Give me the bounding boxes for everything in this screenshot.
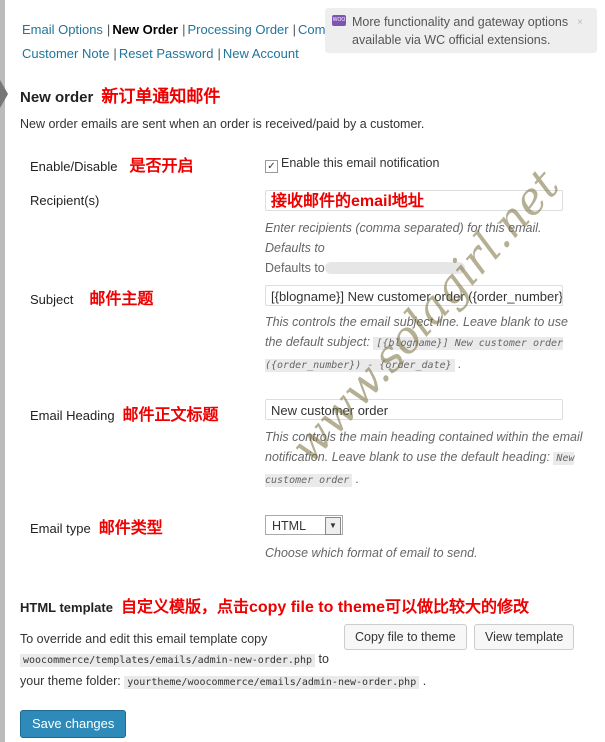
subject-input[interactable]: [{blogname}] New customer order ({order_…	[265, 285, 563, 306]
subject-annotation: 邮件主题	[89, 291, 154, 308]
close-icon[interactable]: ×	[577, 14, 583, 32]
heading-input[interactable]: New customer order	[265, 399, 563, 420]
theme-path: yourtheme/woocommerce/emails/admin-new-o…	[124, 676, 420, 689]
tab-processing-order[interactable]: Processing Order	[187, 22, 288, 37]
heading-annotation: 邮件正文标题	[122, 407, 219, 424]
enable-checkbox-label: Enable this email notification	[281, 156, 440, 170]
email-type-select[interactable]: HTML ▼	[265, 515, 343, 535]
recipient-description: Enter recipients (comma separated) for t…	[265, 221, 542, 275]
type-label: Email type 邮件类型	[30, 520, 163, 537]
section-arrow	[0, 80, 8, 108]
page-title: New order	[20, 89, 94, 106]
enable-label: Enable/Disable 是否开启	[30, 158, 194, 175]
enable-checkbox-row[interactable]: ✓ Enable this email notification	[265, 156, 439, 173]
email-tabs-row2: Customer Note | Reset Password | New Account	[22, 46, 299, 61]
enable-checkbox[interactable]: ✓	[265, 160, 278, 173]
heading-label: Email Heading 邮件正文标题	[30, 407, 219, 424]
tab-new-account[interactable]: New Account	[223, 46, 299, 61]
chevron-down-icon: ▼	[325, 517, 341, 535]
template-heading: HTML template 自定义模版，点击copy file to theme可…	[20, 599, 529, 616]
type-annotation: 邮件类型	[98, 520, 163, 537]
recipient-label: Recipient(s)	[30, 193, 100, 208]
notice-end: .	[547, 33, 551, 47]
template-annotation: 自定义模版，点击copy file to theme可以做比较大的修改	[120, 599, 529, 616]
subject-label: Subject 邮件主题	[30, 291, 154, 308]
section-description: New order emails are sent when an order …	[20, 117, 425, 131]
email-tabs: Email Options | New Order | Processing Order…	[22, 22, 333, 37]
extensions-link[interactable]: WC official extensions	[424, 33, 547, 47]
extensions-notice: WOO More functionality and gateway optio…	[325, 8, 597, 53]
left-border	[0, 0, 5, 742]
view-template-button[interactable]: View template	[474, 624, 575, 650]
section-heading: New order 新订单通知邮件	[20, 82, 220, 107]
tab-email-options[interactable]: Email Options	[22, 22, 103, 37]
copy-file-to-theme-button[interactable]: Copy file to theme	[344, 624, 467, 650]
save-changes-button[interactable]: Save changes	[20, 710, 127, 738]
title-annotation: 新订单通知邮件	[101, 87, 221, 106]
subject-description: This controls the email subject line. Le…	[265, 315, 568, 372]
tab-reset-password[interactable]: Reset Password	[119, 46, 214, 61]
tab-new-order[interactable]: New Order	[112, 22, 178, 37]
type-description: Choose which format of email to send.	[265, 546, 478, 560]
enable-annotation: 是否开启	[129, 158, 194, 175]
tab-customer-note[interactable]: Customer Note	[22, 46, 109, 61]
template-path: woocommerce/templates/emails/admin-new-o…	[20, 654, 315, 667]
recipient-input[interactable]: 接收邮件的email地址	[265, 190, 563, 211]
heading-description: This controls the main heading contained…	[265, 430, 583, 487]
woo-logo-icon: WOO	[332, 15, 346, 26]
